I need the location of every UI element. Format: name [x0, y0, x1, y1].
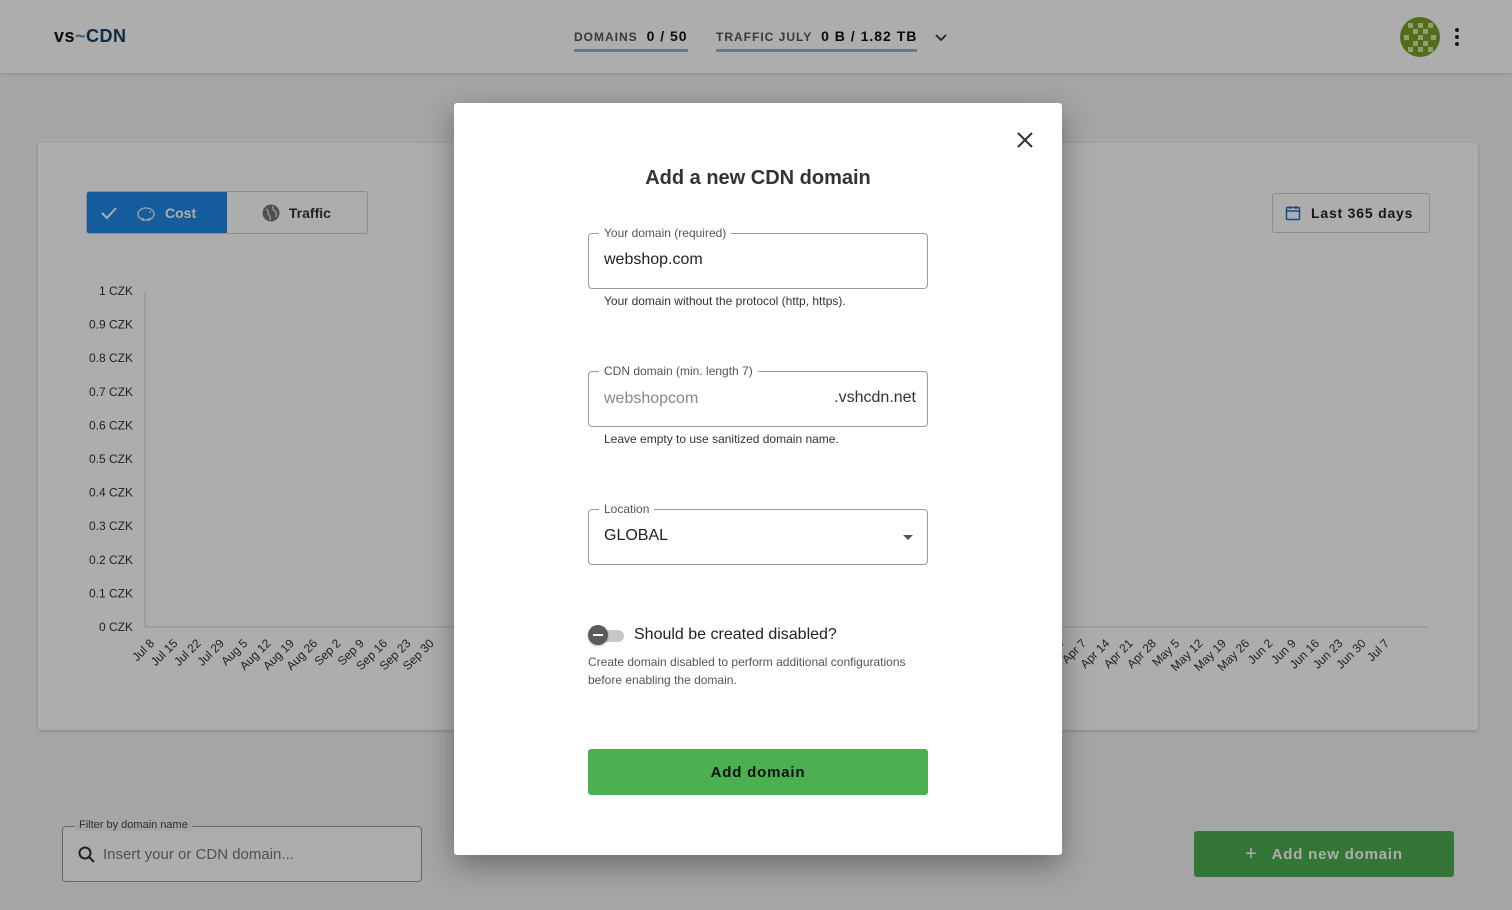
domain-field[interactable]: Your domain (required) webshop.com — [588, 226, 928, 289]
switch-thumb — [588, 625, 608, 645]
cdn-domain-input[interactable] — [604, 387, 824, 411]
dialog-title: Add a new CDN domain — [645, 167, 871, 189]
add-domain-button[interactable]: Add domain — [588, 749, 928, 795]
cdn-domain-field[interactable]: CDN domain (min. length 7) .vshcdn.net — [588, 364, 928, 427]
dropdown-arrow-icon — [903, 535, 913, 540]
location-label: Location — [599, 502, 655, 516]
domain-field-hint: Your domain without the protocol (http, … — [604, 294, 846, 308]
create-disabled-label: Should be created disabled? — [634, 626, 837, 643]
domain-field-label: Your domain (required) — [599, 226, 732, 240]
location-select[interactable]: Location GLOBAL — [588, 502, 928, 565]
cdn-domain-hint: Leave empty to use sanitized domain name… — [604, 432, 839, 446]
add-domain-dialog: Add a new CDN domain Your domain (requir… — [454, 103, 1062, 855]
cdn-domain-label: CDN domain (min. length 7) — [599, 364, 758, 378]
domain-field-value: webshop.com — [604, 251, 703, 268]
close-icon[interactable] — [1014, 129, 1036, 151]
create-disabled-description: Create domain disabled to perform additi… — [588, 655, 906, 687]
cdn-domain-suffix: .vshcdn.net — [834, 389, 916, 406]
create-disabled-switch[interactable] — [588, 625, 624, 645]
add-domain-label: Add domain — [710, 763, 806, 781]
location-value: GLOBAL — [604, 527, 669, 544]
